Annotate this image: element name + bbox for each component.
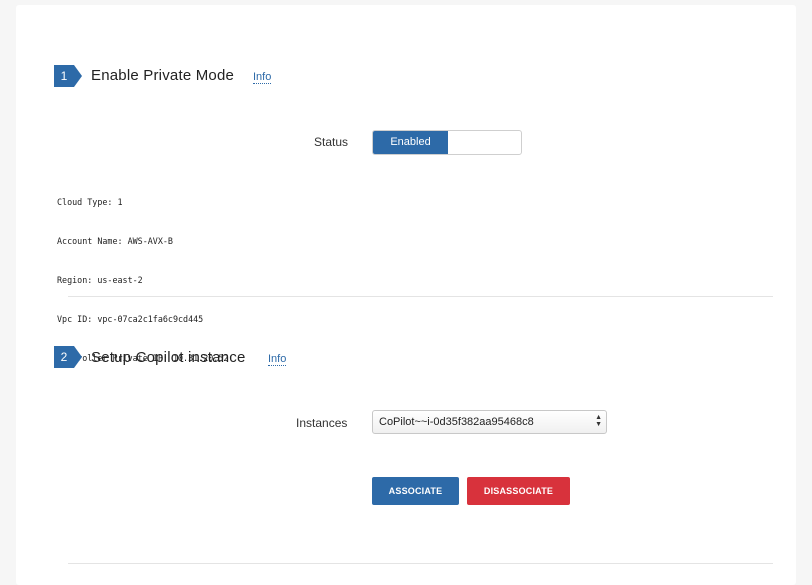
detail-account-name: Account Name: AWS-AVX-B [57, 236, 173, 246]
step-1-badge: 1 [54, 65, 82, 87]
status-toggle-enabled[interactable]: Enabled [373, 131, 448, 154]
status-label: Status [314, 135, 349, 149]
section-2-info-link[interactable]: Info [268, 353, 287, 366]
section-2-title: Setup Copilot instance [91, 349, 246, 366]
status-toggle[interactable]: Enabled [372, 130, 522, 155]
detail-vpc-id: Vpc ID: vpc-07ca2c1fa6c9cd445 [57, 314, 204, 324]
instances-select[interactable]: CoPilot~~i-0d35f382aa95468c8 ▲ ▼ [372, 410, 607, 434]
select-updown-icon: ▲ ▼ [595, 414, 602, 428]
associate-button[interactable]: ASSOCIATE [372, 477, 459, 505]
section-divider-2 [68, 563, 773, 564]
section-1-title: Enable Private Mode [91, 67, 235, 84]
section-1-info-link[interactable]: Info [253, 71, 272, 84]
detail-region: Region: us-east-2 [57, 275, 143, 285]
instances-select-value: CoPilot~~i-0d35f382aa95468c8 [379, 416, 534, 428]
section-divider-1 [68, 296, 773, 297]
step-2-number: 2 [60, 350, 68, 364]
disassociate-button[interactable]: DISASSOCIATE [467, 477, 570, 505]
detail-cloud-type: Cloud Type: 1 [57, 197, 123, 207]
step-1-number: 1 [60, 69, 68, 83]
controller-details: Cloud Type: 1 Account Name: AWS-AVX-B Re… [57, 170, 228, 378]
instances-label: Instances [296, 416, 348, 430]
step-2-badge: 2 [54, 346, 82, 368]
